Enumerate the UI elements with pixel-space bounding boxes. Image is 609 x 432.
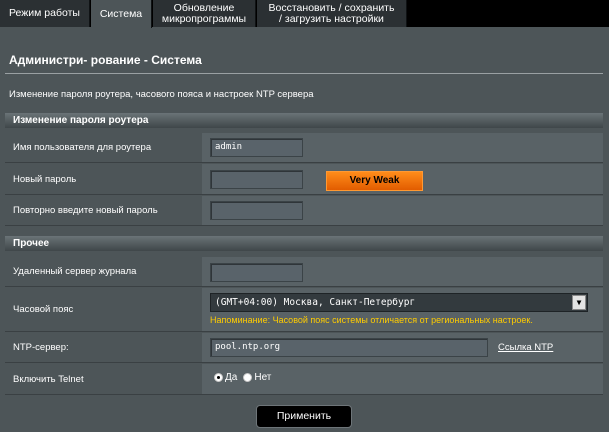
tab-system-label: Система <box>99 7 143 20</box>
telnet-yes-label[interactable]: Да <box>225 372 237 383</box>
telnet-radio-group: Да Нет <box>214 372 277 383</box>
page-title: Администри- рование - Система <box>9 53 202 67</box>
new-password-input[interactable] <box>210 170 303 189</box>
tab-operation-mode[interactable]: Режим работы <box>0 0 90 27</box>
username-row: Имя пользователя для роутера admin <box>5 133 603 163</box>
telnet-yes-radio[interactable] <box>214 373 223 382</box>
ntp-link[interactable]: Ссылка NTP <box>498 342 553 353</box>
title-divider <box>5 73 603 74</box>
telnet-value-cell: Да Нет <box>202 364 603 394</box>
telnet-no-radio[interactable] <box>243 373 253 382</box>
repeat-password-label: Повторно введите новый пароль <box>5 196 201 225</box>
repeat-password-value-cell <box>202 196 603 225</box>
repeat-password-input[interactable] <box>210 201 303 220</box>
log-server-row: Удаленный сервер журнала <box>5 257 603 287</box>
log-server-value-cell <box>202 257 603 286</box>
tab-firmware-upgrade-line1: Обновление <box>173 1 235 14</box>
tab-bar: Режим работы Система Обновление микропро… <box>0 0 609 28</box>
new-password-value-cell: Very Weak <box>202 164 603 194</box>
tab-system[interactable]: Система <box>91 0 152 28</box>
ntp-row: NTP-сервер: pool.ntp.org Ссылка NTP <box>5 333 603 363</box>
password-strength-badge: Very Weak <box>326 171 423 191</box>
new-password-label: Новый пароль <box>5 164 201 194</box>
ntp-value-cell: pool.ntp.org Ссылка NTP <box>202 333 603 362</box>
ntp-server-input[interactable]: pool.ntp.org <box>210 338 488 357</box>
username-value-cell: admin <box>202 133 603 162</box>
timezone-select[interactable]: (GMT+04:00) Москва, Санкт-Петербург ▼ <box>210 293 588 312</box>
username-input[interactable]: admin <box>210 138 303 157</box>
tab-firmware-upgrade[interactable]: Обновление микропрограммы <box>153 0 256 27</box>
ntp-label: NTP-сервер: <box>5 333 201 362</box>
telnet-no-label[interactable]: Нет <box>254 372 271 383</box>
apply-button[interactable]: Применить <box>256 405 352 428</box>
repeat-password-row: Повторно введите новый пароль <box>5 196 603 226</box>
misc-section-header: Прочее <box>5 236 603 251</box>
password-section-header: Изменение пароля роутера <box>5 113 603 128</box>
page-description: Изменение пароля роутера, часового пояса… <box>9 89 314 100</box>
timezone-row: Часовой пояс (GMT+04:00) Москва, Санкт-П… <box>5 288 603 332</box>
log-server-input[interactable] <box>210 263 303 282</box>
timezone-value-cell: (GMT+04:00) Москва, Санкт-Петербург ▼ На… <box>202 288 603 331</box>
timezone-reminder: Напоминание: Часовой пояс системы отлича… <box>210 315 533 325</box>
new-password-row: Новый пароль Very Weak <box>5 164 603 195</box>
tab-operation-mode-label: Режим работы <box>9 7 80 19</box>
log-server-label: Удаленный сервер журнала <box>5 257 201 286</box>
timezone-label: Часовой пояс <box>5 288 201 331</box>
tab-restore-settings-line2: / загрузить настройки <box>279 12 384 25</box>
telnet-label: Включить Telnet <box>5 364 201 394</box>
tab-firmware-upgrade-line2: микропрограммы <box>161 12 247 25</box>
username-label: Имя пользователя для роутера <box>5 133 201 162</box>
tab-restore-settings-line1: Восстановить / сохранить <box>268 1 395 14</box>
chevron-down-icon[interactable]: ▼ <box>572 295 586 310</box>
telnet-row: Включить Telnet Да Нет <box>5 364 603 395</box>
tab-restore-settings[interactable]: Восстановить / сохранить / загрузить нас… <box>257 0 407 27</box>
timezone-selected-value: (GMT+04:00) Москва, Санкт-Петербург <box>215 297 416 308</box>
